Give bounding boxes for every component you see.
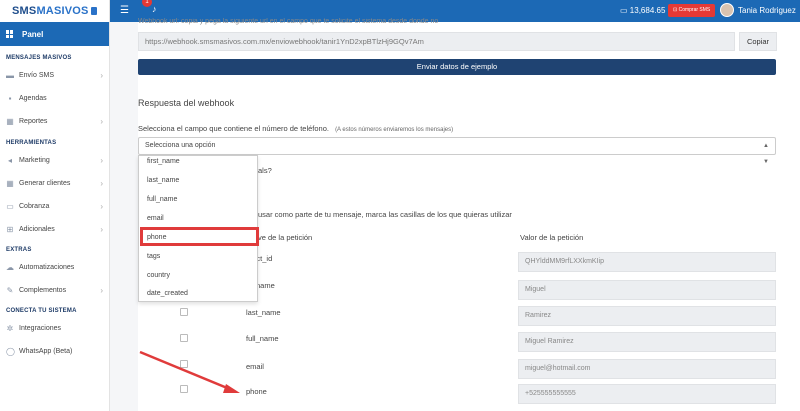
annotation-arrow-icon — [139, 350, 240, 393]
